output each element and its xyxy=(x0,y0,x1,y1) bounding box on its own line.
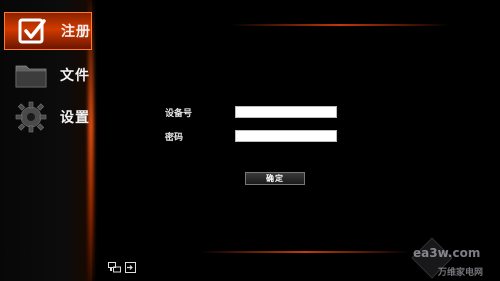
device-id-label: 设备号 xyxy=(165,109,193,119)
password-label: 密码 xyxy=(165,133,184,143)
sidebar-item-files[interactable]: 文件 xyxy=(4,56,92,94)
confirm-button[interactable]: 确定 xyxy=(245,172,305,185)
register-checkbox-icon xyxy=(13,16,51,46)
network-icon xyxy=(108,258,122,277)
watermark-caption: 万维家电网 xyxy=(438,268,484,278)
sidebar-item-label: 文件 xyxy=(60,68,90,84)
sidebar-item-label: 注册 xyxy=(61,24,91,40)
watermark-logo-text: ea3w.com xyxy=(413,246,481,260)
sidebar: 注册 文件 设置 xyxy=(0,0,94,281)
status-bar xyxy=(108,258,136,277)
bottom-divider-line xyxy=(200,251,410,253)
sidebar-item-register[interactable]: 注册 xyxy=(4,12,92,50)
top-divider-line xyxy=(230,24,450,26)
sidebar-item-settings[interactable]: 设置 xyxy=(4,98,92,136)
folder-icon xyxy=(12,60,50,90)
sidebar-item-label: 设置 xyxy=(60,110,90,126)
watermark-logo: ea3w.com 万维家电网 xyxy=(410,236,498,280)
password-input[interactable] xyxy=(235,130,337,142)
input-icon xyxy=(125,258,136,277)
gear-icon xyxy=(12,101,50,133)
device-id-input[interactable] xyxy=(235,106,337,118)
